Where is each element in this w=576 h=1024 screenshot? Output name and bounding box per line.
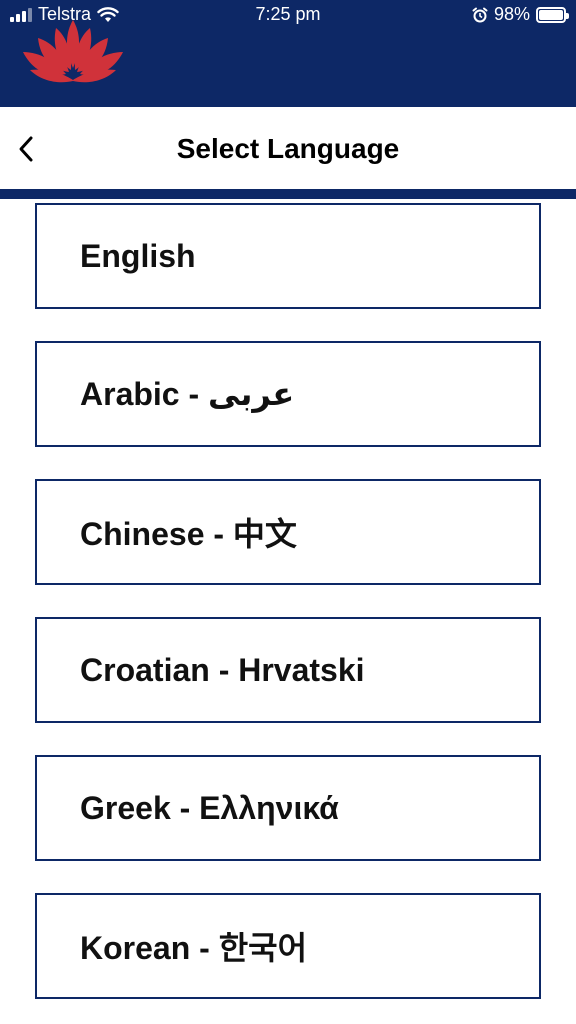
app-header: Telstra 7:25 pm 98% (0, 0, 576, 107)
alarm-icon (472, 7, 488, 22)
battery-percent: 98% (493, 4, 530, 24)
language-option-english[interactable]: English (35, 203, 541, 309)
status-right: 98% (472, 4, 569, 25)
title-underline (0, 189, 576, 199)
language-option-chinese[interactable]: Chinese - 中文 (35, 479, 541, 585)
language-option-croatian[interactable]: Croatian - Hrvatski (35, 617, 541, 723)
language-option-label: Korean - 한국어 (80, 930, 308, 966)
language-option-arabic[interactable]: Arabic - عربى (35, 341, 541, 447)
language-option-label: Chinese - 中文 (80, 516, 297, 552)
language-option-label: Arabic - عربى (80, 376, 295, 412)
title-bar: Select Language (0, 107, 576, 189)
language-option-label: Greek - Ελληνικά (80, 789, 339, 826)
battery-icon (536, 6, 569, 23)
language-option-korean[interactable]: Korean - 한국어 (35, 893, 541, 999)
language-option-label: Croatian - Hrvatski (80, 651, 365, 688)
battery-fill (539, 9, 563, 20)
language-option-label: English (80, 237, 196, 274)
page-title: Select Language (176, 133, 400, 164)
language-option-greek[interactable]: Greek - Ελληνικά (35, 755, 541, 861)
lotus-logo-icon (23, 20, 123, 83)
language-list: English Arabic - عربى Chinese - 中文 Croat… (0, 199, 576, 1024)
